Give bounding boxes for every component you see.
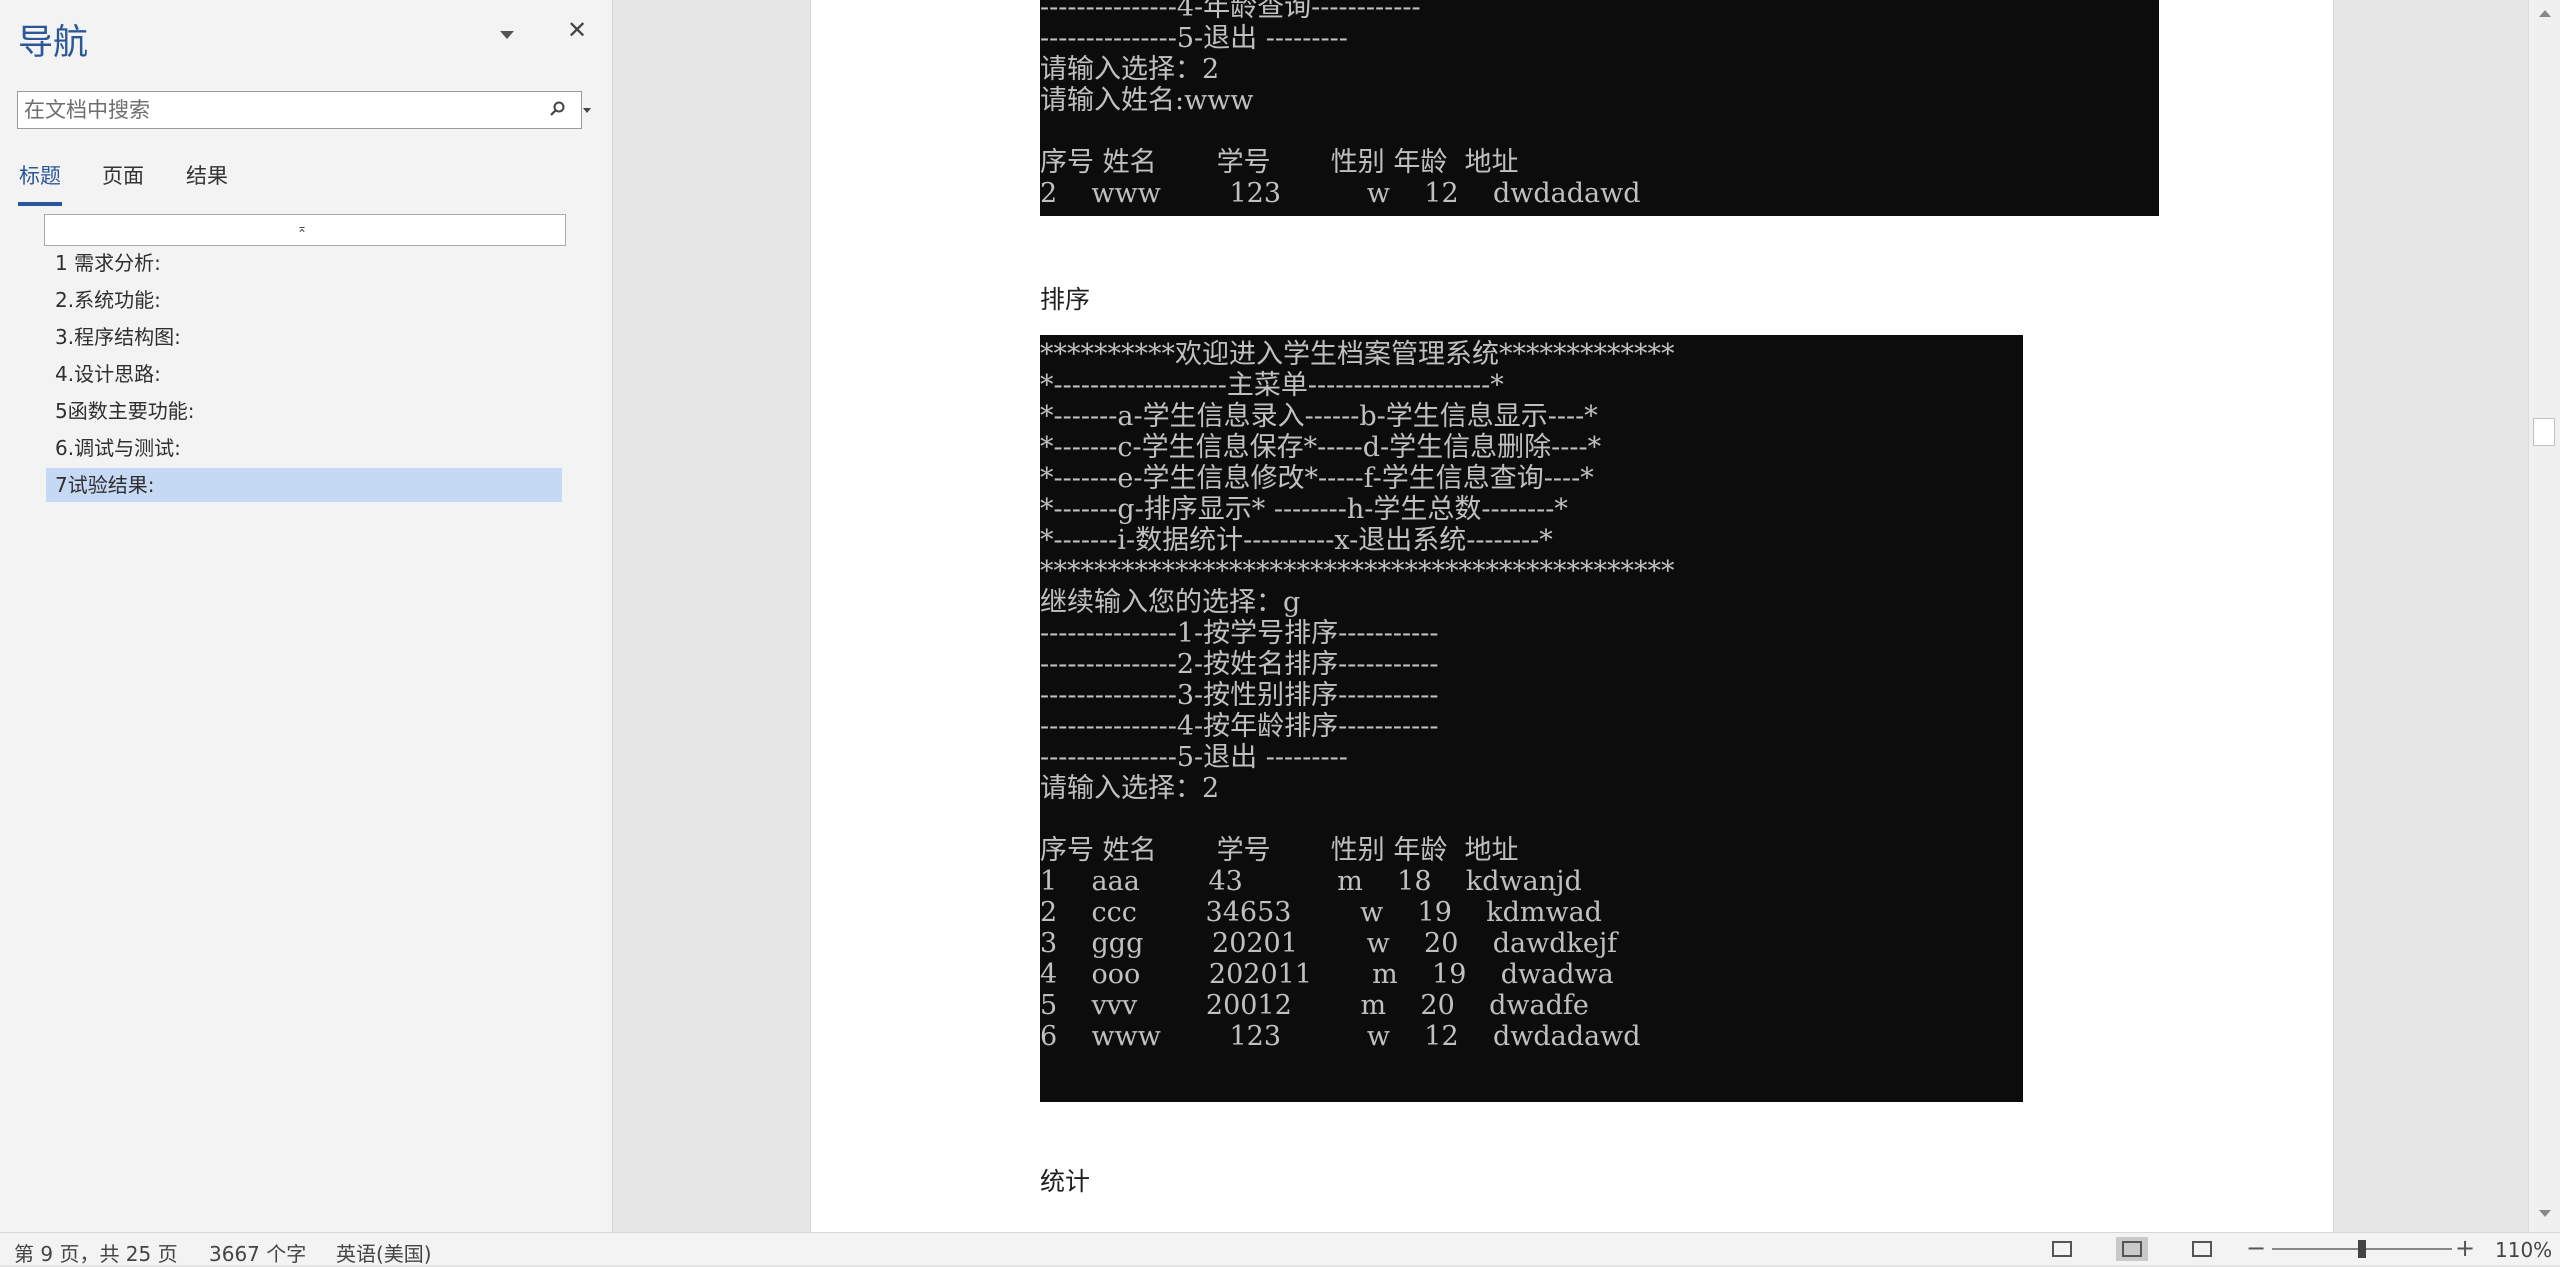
heading-item-debug-test[interactable]: 6.调试与测试: (46, 431, 562, 465)
read-mode-icon (2052, 1241, 2072, 1257)
console-line: 请输入选择：2 (1040, 54, 1220, 85)
console-line: ---------------1-按学号排序----------- (1040, 618, 1439, 649)
heading-item-system-functions[interactable]: 2.系统功能: (46, 283, 562, 317)
tab-headings[interactable]: 标题 (19, 160, 61, 190)
console-line: 6 www 123 w 12 dwdadawd (1040, 1021, 1641, 1052)
console-line: 5 vvv 20012 m 20 dwadfe (1040, 990, 1589, 1021)
heading-item-requirements[interactable]: 1 需求分析: (46, 246, 562, 280)
search-box[interactable] (17, 91, 591, 129)
heading-item-main-functions[interactable]: 5函数主要功能: (46, 394, 562, 428)
console-line: ---------------4-年龄查询------------ (1040, 0, 1421, 23)
console-line: 请输入姓名:www (1040, 85, 1254, 116)
console-line: ---------------4-按年龄排序----------- (1040, 711, 1439, 742)
console-line: 序号 姓名 学号 性别 年龄 地址 (1040, 835, 1519, 866)
console-line: 2 www 123 w 12 dwdadawd (1040, 178, 1641, 209)
console-line: ---------------2-按姓名排序----------- (1040, 649, 1439, 680)
console-line: 4 ooo 202011 m 19 dwadwa (1040, 959, 1614, 990)
console-line: *-------e-学生信息修改*-----f-学生信息查询----* (1040, 463, 1594, 494)
active-tab-indicator (18, 202, 62, 206)
web-layout-icon (2192, 1241, 2212, 1257)
console-line: *-------c-学生信息保存*-----d-学生信息删除----* (1040, 432, 1602, 463)
console-line: ---------------3-按性别排序----------- (1040, 680, 1439, 711)
console-line: *-------g-排序显示* --------h-学生总数--------* (1040, 494, 1568, 525)
vertical-scrollbar[interactable] (2528, 0, 2560, 1232)
zoom-out-button[interactable]: − (2246, 1234, 2266, 1262)
nav-options-dropdown-icon[interactable] (496, 24, 518, 46)
console-line: *-------i-数据统计----------x-退出系统--------* (1040, 525, 1553, 556)
collapse-all-button[interactable]: ⌅ (44, 214, 566, 246)
heading-item-results[interactable]: 7试验结果: (46, 468, 562, 502)
section-label-statistics: 统计 (1040, 1167, 1091, 1196)
navigation-pane: 导航 ✕ 标题 页面 结果 ⌅ 1 需求分析: 2.系统功能: 3.程序结构图:… (0, 0, 613, 1232)
section-label-sort: 排序 (1040, 285, 1091, 314)
page-count[interactable]: 第 9 页，共 25 页 (14, 1238, 178, 1267)
console-line: ****************************************… (1040, 556, 1675, 587)
document-area[interactable]: ---------------4-年龄查询------------ -------… (613, 0, 2528, 1232)
console-screenshot-sort: **********欢迎进入学生档案管理系统************* *----… (1040, 335, 2023, 1102)
scroll-up-icon[interactable] (2539, 10, 2551, 17)
console-line: ---------------5-退出 --------- (1040, 23, 1348, 54)
language-indicator[interactable]: 英语(美国) (336, 1238, 432, 1267)
read-mode-button[interactable] (2046, 1237, 2078, 1261)
console-line: 2 ccc 34653 w 19 kdmwad (1040, 897, 1602, 928)
zoom-level[interactable]: 110% (2495, 1238, 2552, 1262)
console-line: *-------------------主菜单-----------------… (1040, 370, 1504, 401)
console-line: 3 ggg 20201 w 20 dawdkejf (1040, 928, 1618, 959)
print-layout-button[interactable] (2116, 1237, 2148, 1261)
search-icon[interactable] (548, 99, 568, 119)
console-line: *-------a-学生信息录入------b-学生信息显示----* (1040, 401, 1598, 432)
console-line: 请输入选择：2 (1040, 773, 1220, 804)
console-line: **********欢迎进入学生档案管理系统************* (1040, 339, 1675, 370)
console-line: 序号 姓名 学号 性别 年龄 地址 (1040, 147, 1519, 178)
console-line: ---------------5-退出 --------- (1040, 742, 1348, 773)
collapse-icon: ⌅ (297, 221, 308, 235)
console-line: 继续输入您的选择：g (1040, 587, 1301, 618)
nav-pane-title: 导航 (18, 23, 89, 63)
close-icon[interactable]: ✕ (565, 18, 589, 42)
console-line: 1 aaa 43 m 18 kdwanjd (1040, 866, 1582, 897)
tab-pages[interactable]: 页面 (102, 160, 144, 190)
status-bar: 第 9 页，共 25 页 3667 个字 英语(美国) − + 110% (0, 1232, 2560, 1267)
console-screenshot-query: ---------------4-年龄查询------------ -------… (1040, 0, 2159, 216)
scrollbar-thumb[interactable] (2533, 418, 2555, 446)
zoom-slider-thumb[interactable] (2358, 1240, 2366, 1258)
print-layout-icon (2122, 1241, 2142, 1257)
word-count[interactable]: 3667 个字 (209, 1238, 306, 1267)
tab-results[interactable]: 结果 (186, 160, 228, 190)
web-layout-button[interactable] (2186, 1237, 2218, 1261)
zoom-in-button[interactable]: + (2455, 1234, 2475, 1262)
document-page[interactable]: ---------------4-年龄查询------------ -------… (810, 0, 2334, 1232)
heading-item-structure-chart[interactable]: 3.程序结构图: (46, 320, 562, 354)
search-options-dropdown-icon[interactable] (583, 108, 591, 113)
heading-item-design-idea[interactable]: 4.设计思路: (46, 357, 562, 391)
scroll-down-icon[interactable] (2539, 1210, 2551, 1217)
search-input[interactable] (18, 92, 524, 128)
